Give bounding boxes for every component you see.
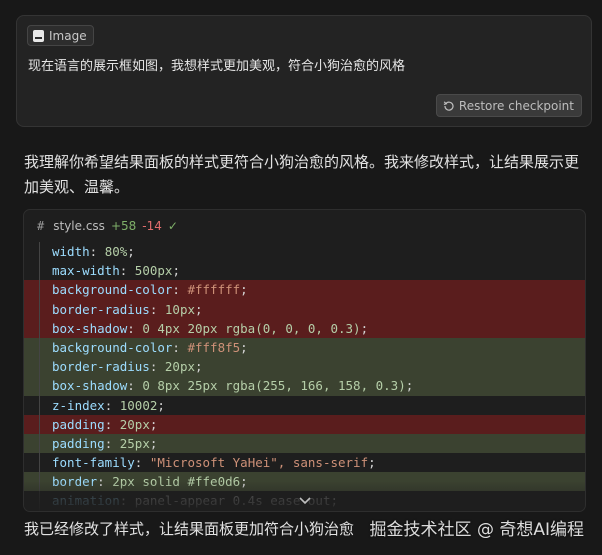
css-property: background-color bbox=[52, 339, 173, 355]
user-message-text: 现在语言的展示框如图，我想样式更加美观，符合小狗治愈的风格 bbox=[28, 59, 406, 74]
css-property: z-index bbox=[52, 397, 105, 413]
code-line: background-color: #fff8f5; bbox=[24, 337, 585, 358]
css-property: width bbox=[52, 244, 90, 259]
css-property: box-shadow bbox=[52, 378, 128, 394]
css-property: background-color bbox=[52, 282, 173, 298]
css-property: padding bbox=[52, 435, 105, 451]
added-count: +58 bbox=[110, 219, 137, 233]
image-attachment-chip[interactable]: Image bbox=[27, 25, 94, 46]
code-line: padding: 20px; bbox=[24, 414, 585, 435]
code-line: padding: 25px; bbox=[24, 433, 585, 454]
code-line: border-radius: 10px; bbox=[24, 299, 585, 319]
css-value: "Microsoft YaHei", sans-serif bbox=[149, 455, 369, 471]
css-value: 25px bbox=[119, 435, 150, 451]
code-line: max-width: 500px; bbox=[24, 261, 585, 281]
code-line: font-family: "Microsoft YaHei", sans-ser… bbox=[24, 453, 585, 473]
css-property: max-width bbox=[52, 263, 120, 279]
css-value: 10002 bbox=[119, 397, 158, 413]
css-property: box-shadow bbox=[52, 320, 128, 336]
assistant-reply-text: 我理解你希望结果面板的样式更符合小狗治愈的风格。我来修改样式，让结果展示更加美观… bbox=[24, 153, 580, 196]
css-value: 80% bbox=[104, 244, 128, 259]
code-line: z-index: 10002; bbox=[24, 395, 585, 415]
css-property: border-radius bbox=[52, 359, 150, 375]
removed-count: -14 bbox=[142, 219, 162, 233]
code-lines: width: 80%; max-width: 500px; background-c… bbox=[24, 242, 585, 511]
css-property: border-radius bbox=[52, 301, 150, 317]
code-filename: style.css bbox=[53, 219, 105, 233]
hash-icon: # bbox=[37, 219, 45, 233]
chevron-down-icon[interactable] bbox=[297, 495, 313, 507]
restore-icon bbox=[443, 100, 454, 111]
code-block-header[interactable]: # style.css +58 -14 ✓ bbox=[24, 210, 585, 242]
css-value: 10px bbox=[164, 301, 196, 317]
css-value: 0 4px 20px rgba(0, 0, 0, 0.3) bbox=[142, 320, 361, 336]
css-value: #fff8f5 bbox=[187, 339, 241, 355]
assistant-followup-text: 我已经修改了样式，让结果面板更加符合小狗治愈 bbox=[24, 520, 355, 538]
watermark: 掘金技术社区 @ 奇想AI编程 bbox=[369, 520, 584, 540]
code-line: border-radius: 20px; bbox=[24, 357, 585, 377]
css-value: #ffffff bbox=[187, 282, 241, 298]
user-message-card: Image 现在语言的展示框如图，我想样式更加美观，符合小狗治愈的风格 Rest… bbox=[16, 15, 592, 127]
css-value: 20px bbox=[119, 416, 150, 432]
restore-checkpoint-button[interactable]: Restore checkpoint bbox=[435, 94, 582, 117]
restore-checkpoint-label: Restore checkpoint bbox=[458, 98, 574, 113]
image-icon bbox=[33, 29, 44, 42]
check-icon: ✓ bbox=[167, 219, 178, 233]
code-line: width: 80%; bbox=[24, 242, 585, 262]
code-diff-block: # style.css +58 -14 ✓ width: 80%; max-wid… bbox=[23, 209, 586, 512]
css-value: 20px bbox=[164, 359, 196, 375]
code-line: box-shadow: 0 8px 25px rgba(255, 166, 15… bbox=[24, 376, 585, 396]
css-value: 0 8px 25px rgba(255, 166, 158, 0.3) bbox=[142, 378, 406, 394]
css-value: 500px bbox=[134, 263, 173, 279]
css-property: padding bbox=[52, 416, 105, 432]
attachment-label: Image bbox=[49, 28, 87, 43]
code-line: box-shadow: 0 4px 20px rgba(0, 0, 0, 0.3… bbox=[24, 318, 585, 339]
code-line: background-color: #ffffff; bbox=[24, 280, 585, 300]
css-property: font-family bbox=[52, 455, 135, 471]
